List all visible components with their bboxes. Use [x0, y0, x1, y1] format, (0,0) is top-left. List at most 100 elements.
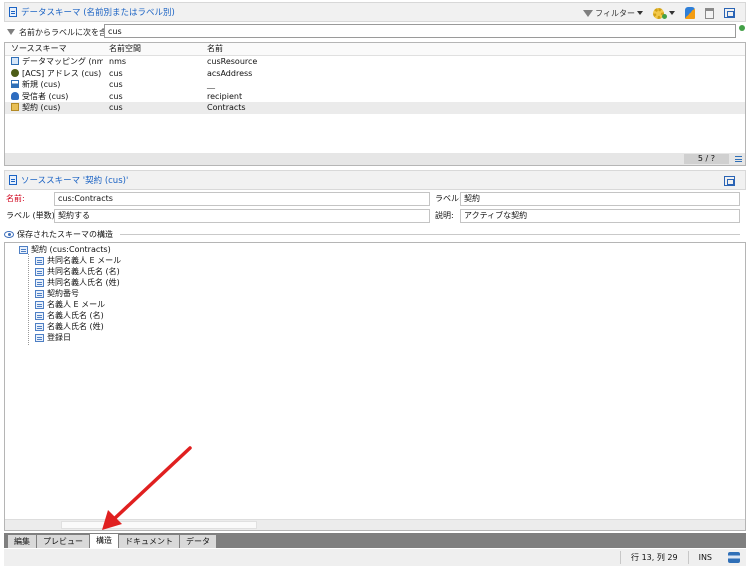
delete-button[interactable]	[703, 6, 716, 20]
tree-connector	[28, 254, 29, 345]
tree-node[interactable]: 名義人氏名 (名)	[35, 310, 104, 321]
tree-node[interactable]: 共同名義人氏名 (名)	[35, 266, 120, 277]
structure-label: 保存されたスキーマの構造	[17, 229, 113, 239]
list-menu-icon[interactable]	[735, 156, 742, 162]
table-row[interactable]: 受信者 (cus) cus recipient	[5, 91, 745, 103]
row-source: 新規 (cus)	[22, 80, 61, 90]
tab-documentation[interactable]: ドキュメント	[119, 535, 179, 548]
column-name[interactable]: 名前	[201, 43, 745, 55]
label-label: ラベル:	[435, 194, 462, 203]
tree-node[interactable]: 共同名義人 E メール	[35, 255, 121, 266]
trash-icon	[705, 7, 714, 19]
row-namespace: nms	[109, 57, 127, 67]
schema-list-title: データスキーマ (名前別またはラベル別)	[21, 8, 175, 18]
tree-node[interactable]: 契約番号	[35, 288, 79, 299]
schema-detail-header: ソーススキーマ '契約 (cus)'	[4, 170, 746, 190]
tab-structure[interactable]: 構造	[90, 534, 118, 548]
structure-section: 保存されたスキーマの構造	[4, 228, 740, 240]
section-divider	[120, 233, 740, 235]
row-namespace: cus	[109, 68, 123, 78]
tree-node-label: 共同名義人氏名 (名)	[47, 267, 120, 276]
row-source: [ACS] アドレス (cus)	[22, 68, 102, 78]
scrollbar-thumb[interactable]	[61, 521, 257, 529]
user-icon	[11, 91, 19, 100]
description-field[interactable]: アクティブな契約	[460, 209, 740, 223]
search-input[interactable]	[104, 24, 736, 38]
tab-preview[interactable]: プレビュー	[37, 535, 89, 548]
tree-node[interactable]: 登録日	[35, 332, 71, 343]
row-name: cusResource	[207, 57, 258, 67]
name-field[interactable]: cus:Contracts	[54, 192, 430, 206]
singular-row: ラベル (単数): 契約する 説明: アクティブな契約	[4, 209, 740, 223]
eye-icon[interactable]	[4, 230, 14, 238]
tab-data[interactable]: データ	[180, 535, 216, 548]
table-icon	[11, 57, 19, 66]
chevron-down-icon	[669, 11, 675, 15]
schema-detail-title-wrap: ソーススキーマ '契約 (cus)'	[9, 174, 128, 186]
row-namespace: cus	[109, 91, 123, 101]
schema-detail-title: ソーススキーマ '契約 (cus)'	[21, 176, 129, 186]
insert-mode: INS	[687, 551, 722, 564]
filter-icon	[583, 9, 594, 17]
tree-root-label: 契約 (cus:Contracts)	[31, 245, 111, 254]
schema-list-header: データスキーマ (名前別またはラベル別) フィルター	[4, 2, 746, 22]
name-label: 名前:	[6, 194, 25, 203]
filter-label: フィルター	[595, 8, 635, 18]
acs-icon	[11, 68, 19, 77]
document-icon	[9, 7, 17, 17]
tree-node[interactable]: 名義人 E メール	[35, 299, 105, 310]
list-header: ソーススキーマ 名前空間 名前	[5, 43, 745, 56]
attribute-icon	[35, 322, 44, 331]
search-side-buttons	[738, 24, 746, 38]
new-schema-button[interactable]	[651, 6, 677, 20]
attribute-icon	[35, 267, 44, 276]
tree-node-label: 共同名義人氏名 (姓)	[47, 278, 120, 287]
row-name: __	[207, 80, 215, 90]
filter-icon	[7, 29, 15, 35]
schema-structure-tree: 契約 (cus:Contracts) 共同名義人 E メール 共同名義人氏名 (…	[4, 242, 746, 531]
schema-list: ソーススキーマ 名前空間 名前 データマッピング (nms) nms cusRe…	[4, 42, 746, 166]
database-status-icon[interactable]	[728, 552, 740, 563]
search-label-wrap: 名前からラベルに次を含む:	[7, 27, 118, 38]
element-icon	[19, 245, 28, 254]
chevron-down-icon	[637, 11, 643, 15]
tree-node-label: 名義人氏名 (姓)	[47, 322, 104, 331]
row-source: 契約 (cus)	[22, 103, 61, 113]
row-name: recipient	[207, 91, 243, 101]
table-row[interactable]: データマッピング (nms) nms cusResource	[5, 56, 745, 68]
folder-icon	[11, 103, 19, 112]
tree-root[interactable]: 契約 (cus:Contracts)	[19, 244, 111, 255]
pin-button[interactable]	[683, 6, 697, 20]
singular-field[interactable]: 契約する	[54, 209, 430, 223]
add-icon[interactable]	[739, 25, 745, 31]
table-row-selected[interactable]: 契約 (cus) cus Contracts	[5, 102, 745, 114]
row-source: データマッピング (nms)	[22, 57, 103, 67]
tab-edit[interactable]: 編集	[8, 535, 36, 548]
row-name: acsAddress	[207, 68, 253, 78]
row-name: Contracts	[207, 103, 246, 113]
table-row[interactable]: 新規 (cus) cus __	[5, 79, 745, 91]
description-label: 説明:	[435, 211, 454, 220]
maximize-button[interactable]	[722, 174, 737, 188]
column-source[interactable]: ソーススキーマ	[5, 43, 103, 55]
tree-node[interactable]: 共同名義人氏名 (姓)	[35, 277, 120, 288]
tree-node-label: 登録日	[47, 333, 71, 342]
name-row: 名前: cus:Contracts ラベル: 契約	[4, 192, 740, 206]
filter-button[interactable]: フィルター	[581, 6, 645, 20]
document-icon	[9, 175, 17, 185]
tree-node-label: 共同名義人 E メール	[47, 256, 122, 265]
tree-node-label: 契約番号	[47, 289, 79, 298]
horizontal-scrollbar[interactable]	[5, 519, 745, 530]
detail-toolbar	[722, 174, 737, 188]
search-row: 名前からラベルに次を含む:	[4, 24, 746, 40]
column-namespace[interactable]: 名前空間	[103, 43, 201, 55]
attribute-icon	[35, 278, 44, 287]
pin-icon	[685, 7, 695, 19]
table-row[interactable]: [ACS] アドレス (cus) cus acsAddress	[5, 68, 745, 80]
tree-node[interactable]: 名義人氏名 (姓)	[35, 321, 104, 332]
schema-list-toolbar: フィルター	[581, 6, 737, 20]
editor-tabs: 編集 プレビュー 構造 ドキュメント データ	[4, 533, 746, 548]
label-field[interactable]: 契約	[460, 192, 740, 206]
maximize-button[interactable]	[722, 6, 737, 20]
singular-label: ラベル (単数):	[6, 211, 58, 220]
